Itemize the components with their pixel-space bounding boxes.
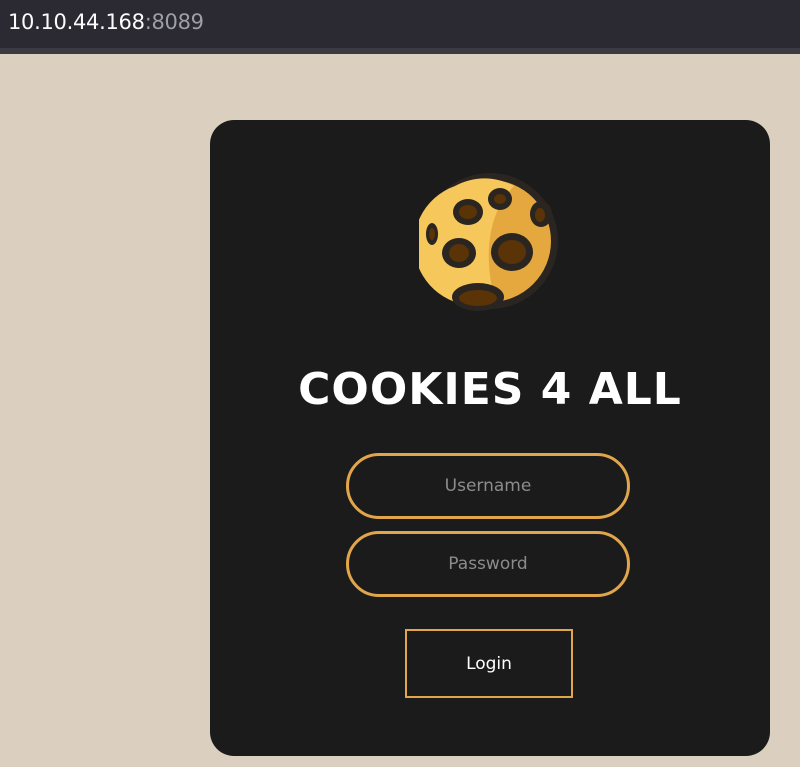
url-port: :8089 [144, 10, 204, 34]
login-card: COOKIES 4 ALL Login [210, 120, 770, 756]
url-host: 10.10.44.168 [8, 10, 145, 34]
page-body: COOKIES 4 ALL Login [0, 54, 800, 767]
url-text[interactable]: 10.10.44.168:8089 [8, 10, 204, 34]
browser-address-bar[interactable]: 10.10.44.168:8089 [0, 0, 800, 54]
page-title: COOKIES 4 ALL [298, 364, 682, 415]
username-field[interactable] [346, 453, 630, 519]
password-field[interactable] [346, 531, 630, 597]
login-button[interactable]: Login [405, 629, 573, 698]
cookie-icon [414, 170, 561, 312]
